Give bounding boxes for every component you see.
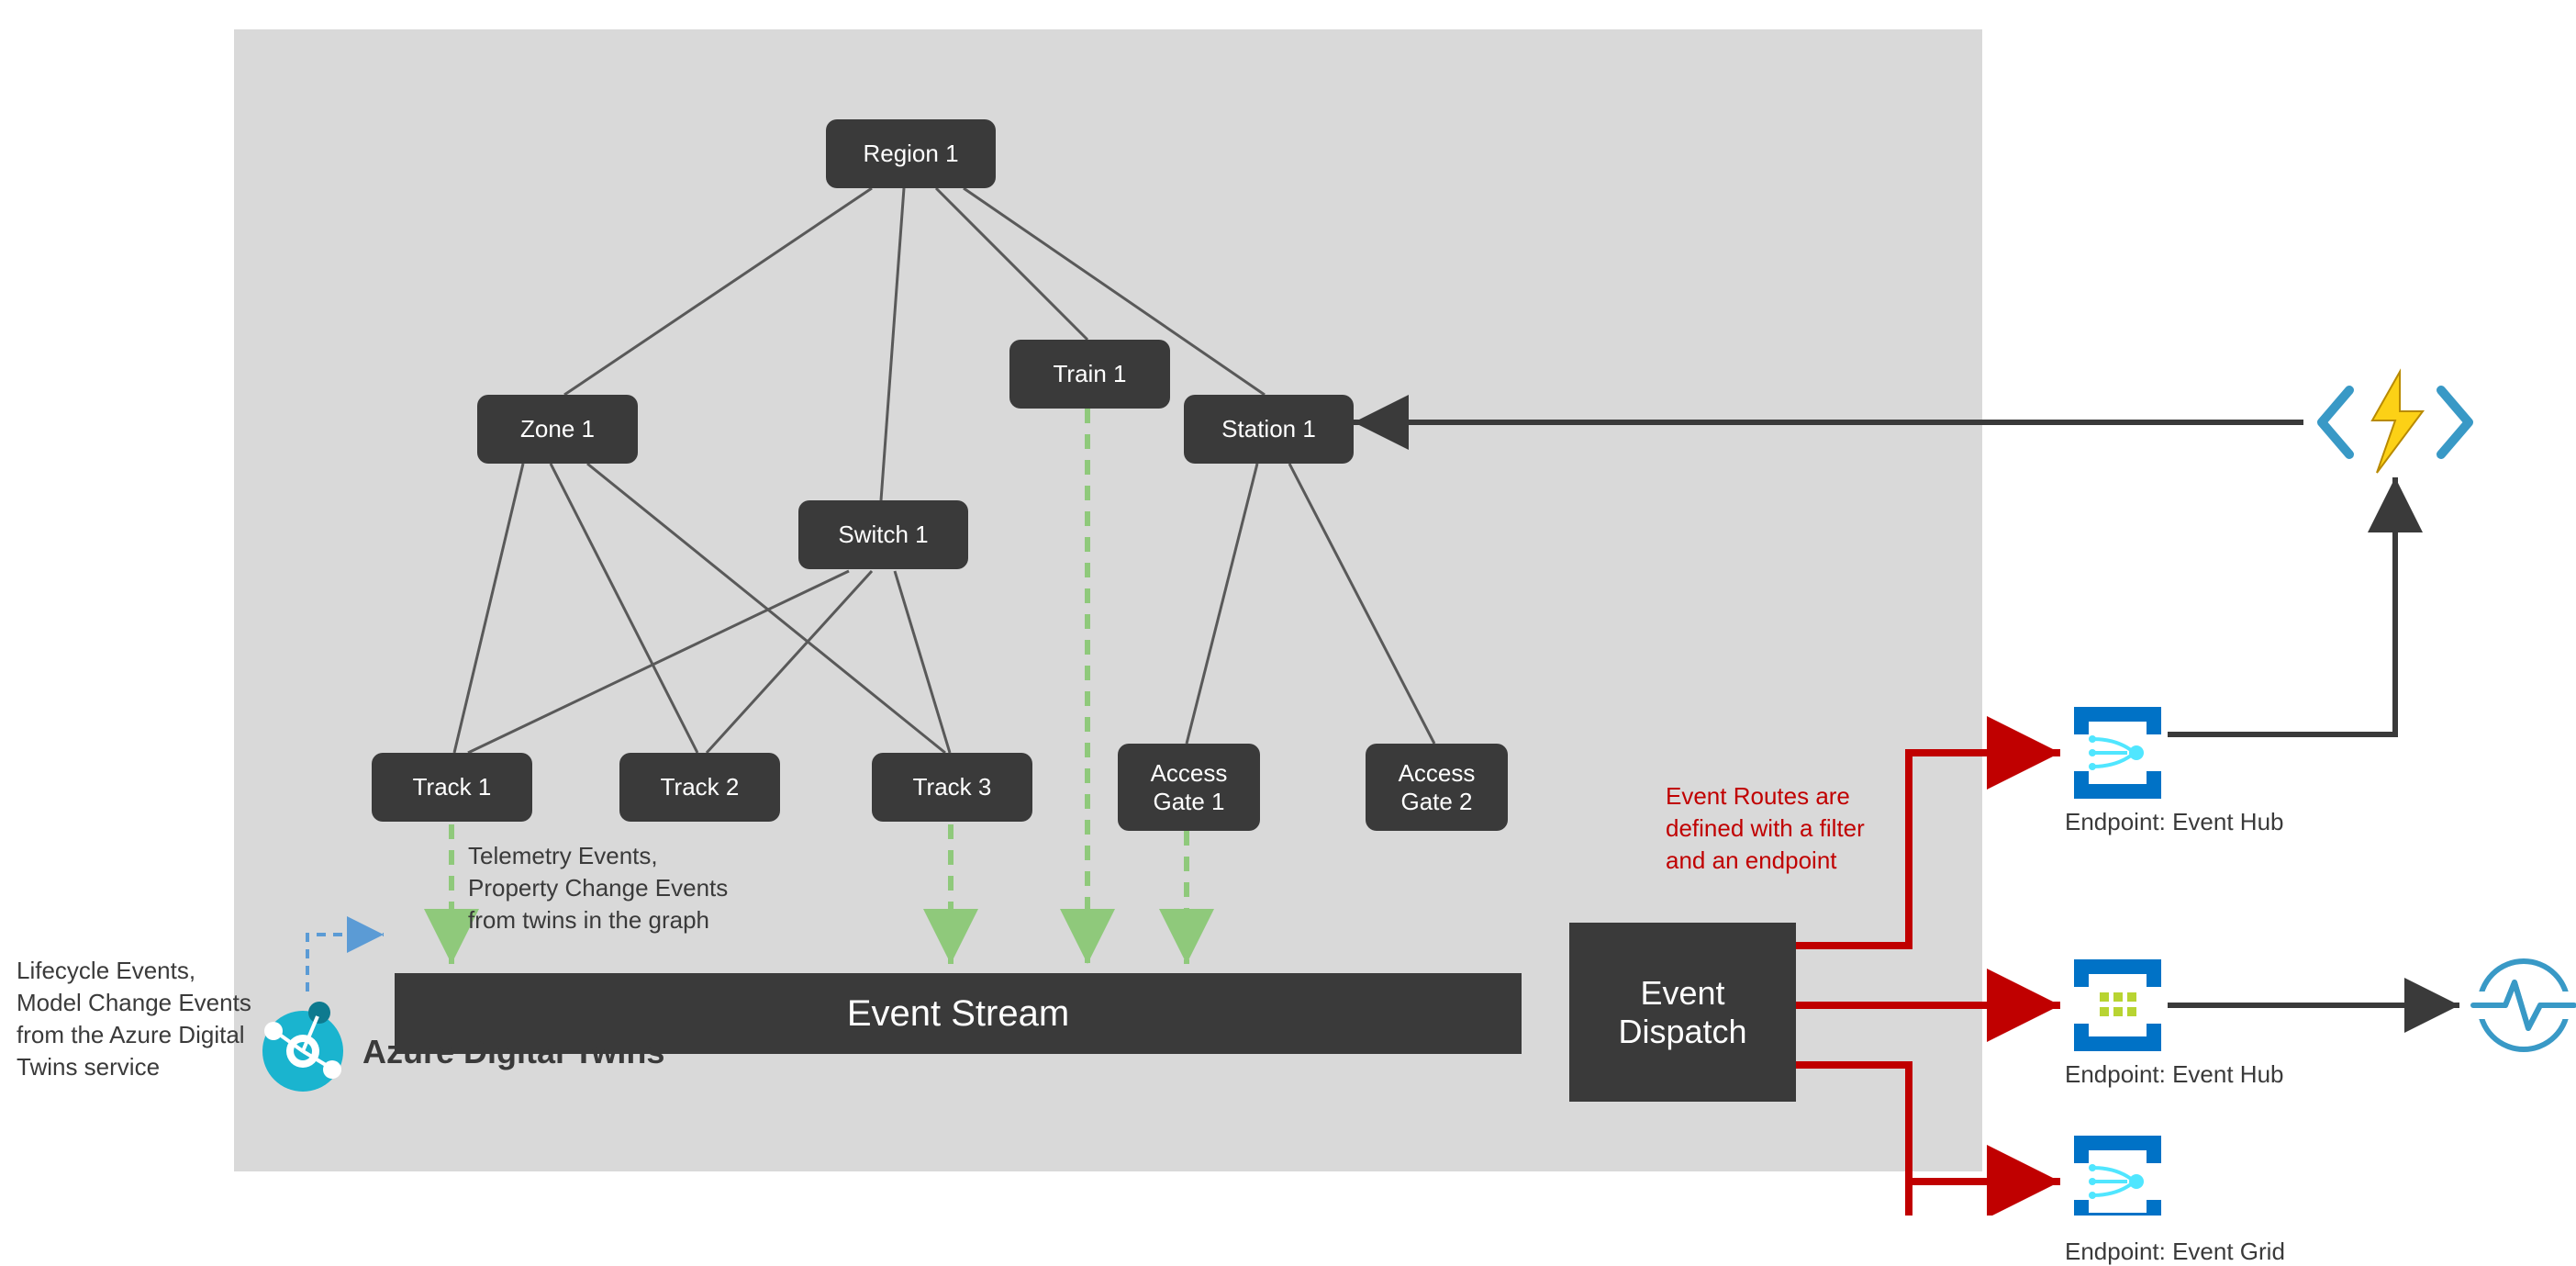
endpoint-grid-label: Endpoint: Event Grid — [2065, 1238, 2285, 1266]
node-station1: Station 1 — [1184, 395, 1354, 464]
endpoint-hub1-label: Endpoint: Event Hub — [2065, 808, 2284, 836]
node-region1: Region 1 — [826, 119, 996, 188]
node-track1: Track 1 — [372, 753, 532, 822]
node-gate1: Access Gate 1 — [1118, 744, 1260, 831]
node-label: Switch 1 — [838, 521, 928, 549]
node-label: Track 1 — [413, 773, 492, 801]
node-label: Access Gate 2 — [1399, 759, 1476, 816]
node-label: Train 1 — [1054, 360, 1127, 388]
event-stream-label: Event Stream — [847, 993, 1069, 1035]
node-label: Track 2 — [661, 773, 740, 801]
node-switch1: Switch 1 — [798, 500, 968, 569]
telemetry-label: Telemetry Events, Property Change Events… — [468, 840, 728, 936]
lifecycle-label: Lifecycle Events, Model Change Events fr… — [17, 955, 251, 1083]
node-label: Access Gate 1 — [1151, 759, 1228, 816]
event-dispatch: Event Dispatch — [1569, 923, 1796, 1102]
node-track2: Track 2 — [619, 753, 780, 822]
node-label: Track 3 — [913, 773, 992, 801]
event-dispatch-label: Event Dispatch — [1618, 974, 1746, 1051]
node-label: Zone 1 — [520, 415, 595, 443]
node-label: Region 1 — [863, 140, 958, 168]
node-gate2: Access Gate 2 — [1366, 744, 1508, 831]
adt-label: Azure Digital Twins — [362, 1033, 664, 1071]
node-label: Station 1 — [1221, 415, 1316, 443]
endpoint-hub2-label: Endpoint: Event Hub — [2065, 1060, 2284, 1089]
node-track3: Track 3 — [872, 753, 1032, 822]
node-zone1: Zone 1 — [477, 395, 638, 464]
routes-label: Event Routes are defined with a filter a… — [1666, 780, 1865, 877]
node-train1: Train 1 — [1009, 340, 1170, 409]
